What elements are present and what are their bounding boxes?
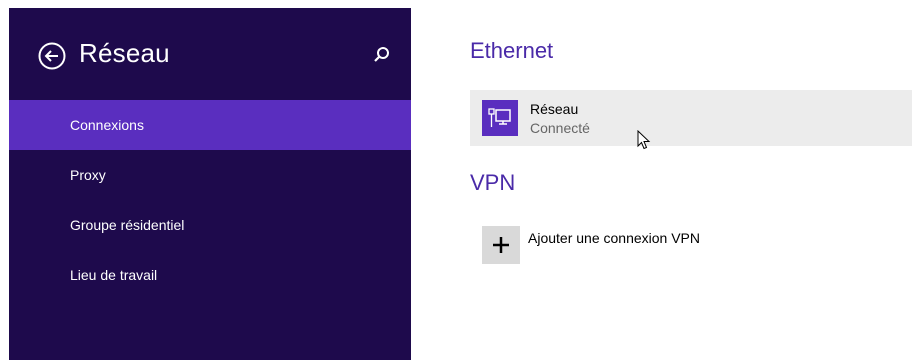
ethernet-network-icon-tile xyxy=(482,100,518,136)
sidebar-header: Réseau xyxy=(9,8,411,98)
add-vpn-label: Ajouter une connexion VPN xyxy=(528,230,700,246)
plus-icon xyxy=(482,226,520,264)
sidebar-item-label: Lieu de travail xyxy=(70,267,158,283)
back-arrow-circle-icon xyxy=(38,42,66,70)
ethernet-network-icon xyxy=(488,108,511,127)
page-title: Réseau xyxy=(79,38,170,68)
sidebar-item-connexions[interactable]: Connexions xyxy=(9,100,411,150)
connection-name: Réseau xyxy=(530,101,579,117)
search-icon xyxy=(374,47,389,62)
sidebar-item-proxy[interactable]: Proxy xyxy=(9,150,411,200)
ethernet-section-title: Ethernet xyxy=(470,38,554,63)
vpn-section-title: VPN xyxy=(470,170,516,195)
plus-glyph-icon xyxy=(493,237,509,253)
sidebar-item-lieu-de-travail[interactable]: Lieu de travail xyxy=(9,250,411,300)
back-button[interactable] xyxy=(37,41,67,71)
sidebar-item-label: Proxy xyxy=(70,167,106,183)
connection-status: Connecté xyxy=(530,120,590,136)
mouse-cursor-icon xyxy=(637,130,651,150)
sidebar-item-groupe-residentiel[interactable]: Groupe résidentiel xyxy=(9,200,411,250)
sidebar: Réseau Connexions Proxy Groupe résidenti… xyxy=(9,8,411,360)
add-vpn-connection-button[interactable]: Ajouter une connexion VPN xyxy=(470,220,770,270)
ethernet-connection-item[interactable]: Réseau Connecté xyxy=(470,90,912,146)
nav-list: Connexions Proxy Groupe résidentiel Lieu… xyxy=(9,100,411,300)
search-button[interactable] xyxy=(371,45,391,65)
sidebar-item-label: Connexions xyxy=(70,117,144,133)
sidebar-item-label: Groupe résidentiel xyxy=(70,217,185,233)
